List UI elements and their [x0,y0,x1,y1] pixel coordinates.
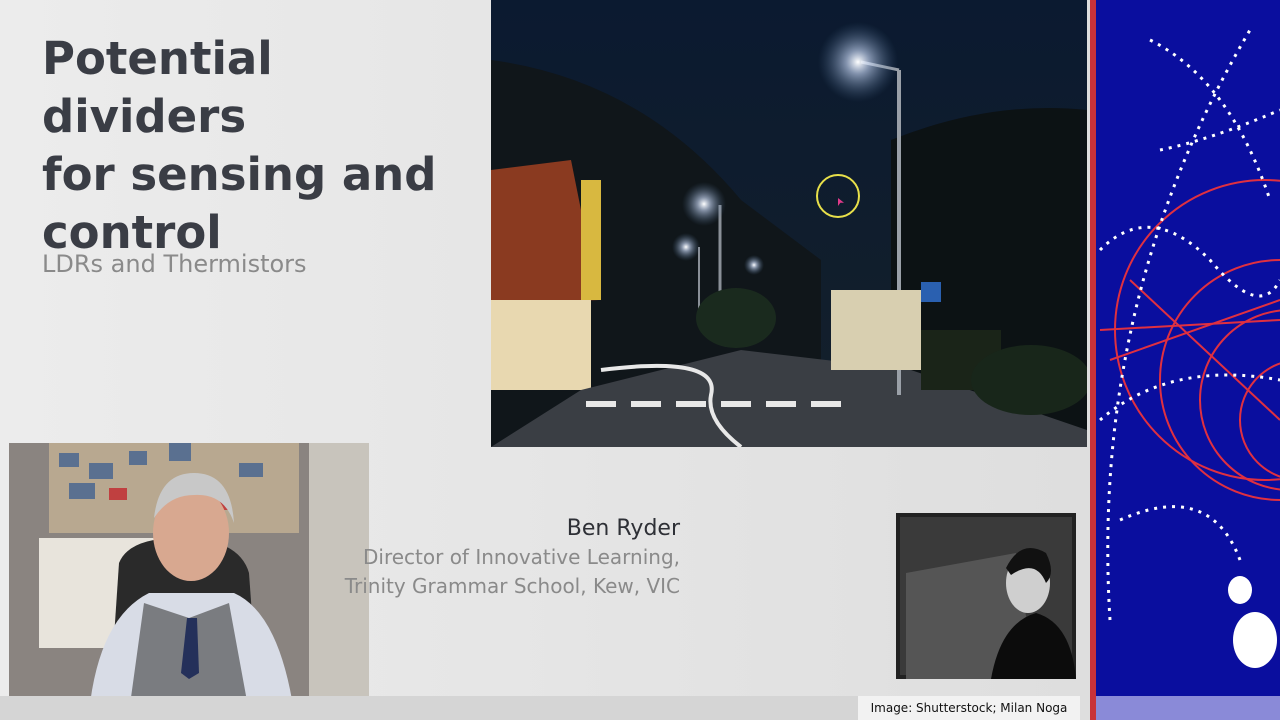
slide-footer-bar [0,696,858,720]
slide-title: Potential dividers for sensing and contr… [42,32,437,259]
street-night-photo [491,0,1087,447]
presenter-name: Ben Ryder [566,516,680,541]
particle-tracks-image [1090,0,1280,720]
photo-credit-caption: Image: Shutterstock; Milan Noga [858,696,1080,720]
presenter-organisation: Trinity Grammar School, Kew, VIC [344,574,680,598]
cursor-highlight-ring [816,174,860,218]
panel-footer-bar [1096,696,1280,720]
slide: Potential dividers for sensing and contr… [0,0,1090,720]
presenter-webcam [9,443,369,712]
slide-subtitle: LDRs and Thermistors [42,250,307,278]
presenter-portrait-photo [896,513,1076,679]
presenter-role: Director of Innovative Learning, [363,545,680,569]
